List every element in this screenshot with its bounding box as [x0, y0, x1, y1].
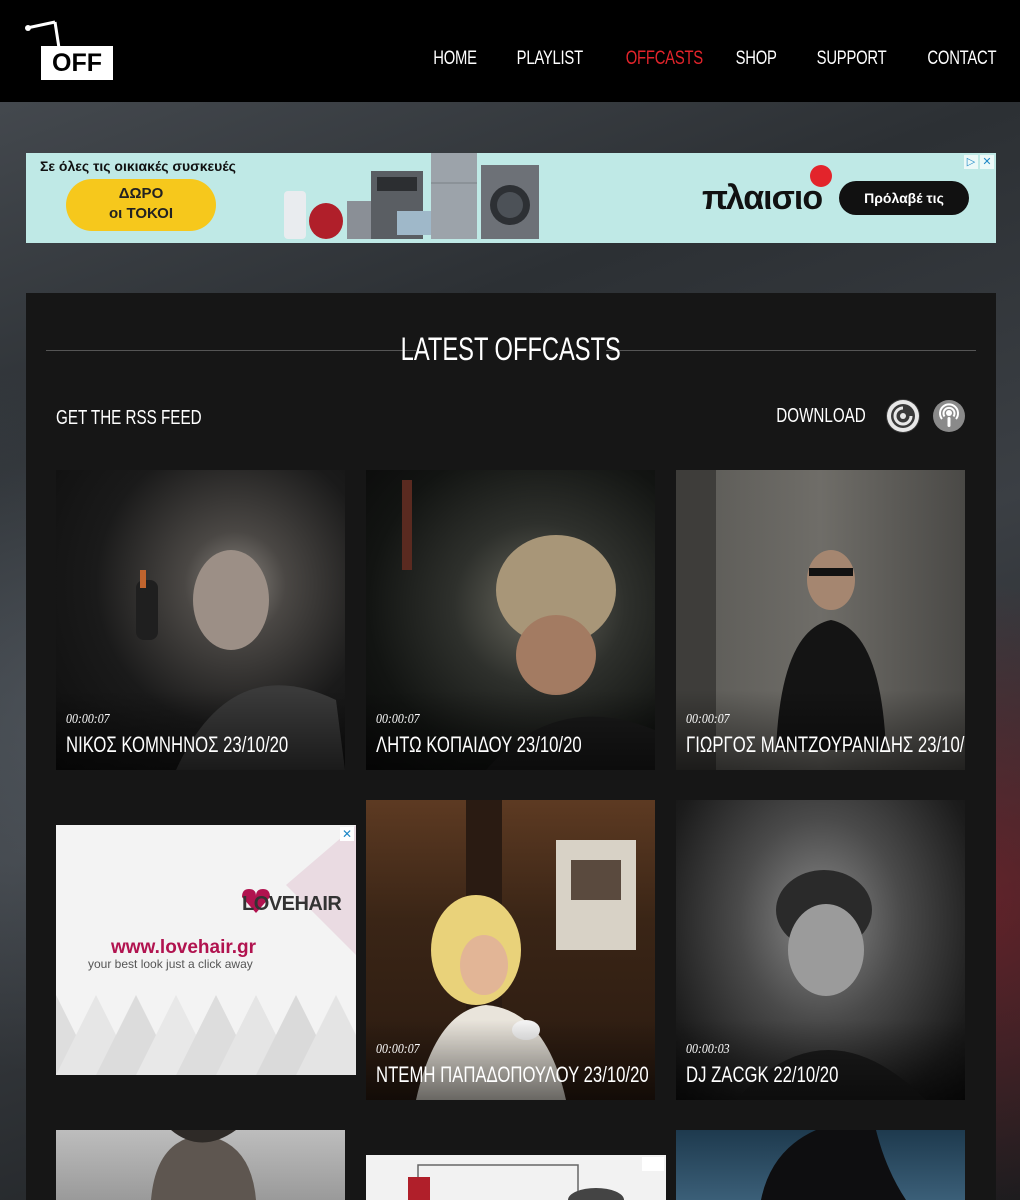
- ad-brand-logo: πλαισιο: [702, 179, 823, 217]
- download-links: DOWNLOAD: [748, 399, 966, 433]
- nav-offcasts[interactable]: OFFCASTS: [625, 48, 702, 70]
- card-overlay: [676, 690, 965, 770]
- main-nav: HOME PLAYLIST OFFCASTS SHOP SUPPORT CONT…: [400, 48, 996, 70]
- nav-support[interactable]: SUPPORT: [817, 48, 887, 70]
- close-icon[interactable]: ✕: [340, 827, 354, 841]
- nav-contact[interactable]: CONTACT: [927, 48, 996, 70]
- card-duration: 00:00:07: [376, 712, 420, 727]
- rss-feed-link[interactable]: GET THE RSS FEED: [56, 407, 248, 430]
- ad-slogan: your best look just a click away: [88, 957, 253, 971]
- banner-ad-top[interactable]: Σε όλες τις οικιακές συσκευές ΔΩΡΟ οι ΤΟ…: [26, 153, 996, 243]
- card-title: ΝΤΕΜΗ ΠΑΠΑΔΟΠΟΥΛΟΥ 23/10/20: [376, 1062, 649, 1087]
- ad-brand-dot: [810, 165, 832, 187]
- ad-headline: Σε όλες τις οικιακές συσκευές: [40, 158, 236, 174]
- podcast-icon[interactable]: [932, 399, 966, 433]
- page-title: LATEST OFFCASTS: [400, 331, 622, 367]
- host-photo: [761, 1130, 906, 1200]
- offcast-card[interactable]: 00:00:03 DJ ZACGK 22/10/20: [676, 800, 965, 1100]
- site-header: OFF HOME PLAYLIST OFFCASTS SHOP SUPPORT …: [0, 0, 1020, 102]
- nav-playlist[interactable]: PLAYLIST: [516, 48, 582, 70]
- card-overlay: [366, 1020, 655, 1100]
- card-title: ΛΗΤΩ ΚΟΠΑΙΔΟΥ 23/10/20: [376, 732, 582, 757]
- adchoices-icon[interactable]: ▷: [964, 155, 978, 169]
- card-title: ΓΙΩΡΓΟΣ ΜΑΝΤΖΟΥΡΑΝΙΔΗΣ 23/10/20: [686, 732, 965, 757]
- appliances-image: [284, 153, 539, 239]
- download-label: DOWNLOAD: [776, 404, 866, 427]
- ad-url: www.lovehair.gr: [111, 937, 257, 958]
- card-overlay: [366, 690, 655, 770]
- card-duration: 00:00:03: [686, 1042, 730, 1057]
- banner-ad-bottom[interactable]: [366, 1155, 666, 1200]
- ad-brand-logo: LOVEHAIR: [242, 893, 342, 915]
- card-title: DJ ZACGK 22/10/20: [686, 1062, 839, 1087]
- card-overlay: [676, 1020, 965, 1100]
- card-overlay: [56, 690, 345, 770]
- ad-cta-button[interactable]: Πρόλαβέ τις: [839, 181, 969, 215]
- site-logo[interactable]: OFF: [25, 20, 113, 82]
- rss-feed-label: GET THE RSS FEED: [56, 407, 202, 429]
- nav-home[interactable]: HOME: [433, 48, 477, 70]
- ad-creative: [408, 1157, 664, 1200]
- offcast-card[interactable]: 00:00:07 ΝΙΚΟΣ ΚΟΜΝΗΝΟΣ 23/10/20: [56, 470, 345, 770]
- pocketcasts-icon[interactable]: [886, 399, 920, 433]
- card-title: ΝΙΚΟΣ ΚΟΜΝΗΝΟΣ 23/10/20: [66, 732, 289, 757]
- banner-ad-lovehair[interactable]: LOVEHAIR www.lovehair.gr your best look …: [56, 825, 356, 1075]
- offcast-card[interactable]: [676, 1130, 965, 1200]
- host-photo: [151, 1130, 256, 1200]
- ad-offer-line1: ΔΩΡΟ: [118, 185, 164, 202]
- card-duration: 00:00:07: [376, 1042, 420, 1057]
- nav-shop[interactable]: SHOP: [735, 48, 776, 70]
- offcast-card[interactable]: 00:00:07 ΓΙΩΡΓΟΣ ΜΑΝΤΖΟΥΡΑΝΙΔΗΣ 23/10/20: [676, 470, 965, 770]
- offcast-card[interactable]: [56, 1130, 345, 1200]
- offcast-card[interactable]: 00:00:07 ΛΗΤΩ ΚΟΠΑΙΔΟΥ 23/10/20: [366, 470, 655, 770]
- ad-offer-line2: οι ΤΟΚΟΙ: [108, 205, 174, 222]
- card-duration: 00:00:07: [686, 712, 730, 727]
- offcast-card[interactable]: 00:00:07 ΝΤΕΜΗ ΠΑΠΑΔΟΠΟΥΛΟΥ 23/10/20: [366, 800, 655, 1100]
- ad-controls: ▷ ✕: [964, 155, 994, 169]
- ad-offer-badge: ΔΩΡΟ οι ΤΟΚΟΙ: [66, 179, 216, 231]
- card-duration: 00:00:07: [66, 712, 110, 727]
- logo-text: OFF: [41, 46, 113, 80]
- close-icon[interactable]: ✕: [980, 155, 994, 169]
- section-heading: LATEST OFFCASTS: [46, 331, 976, 371]
